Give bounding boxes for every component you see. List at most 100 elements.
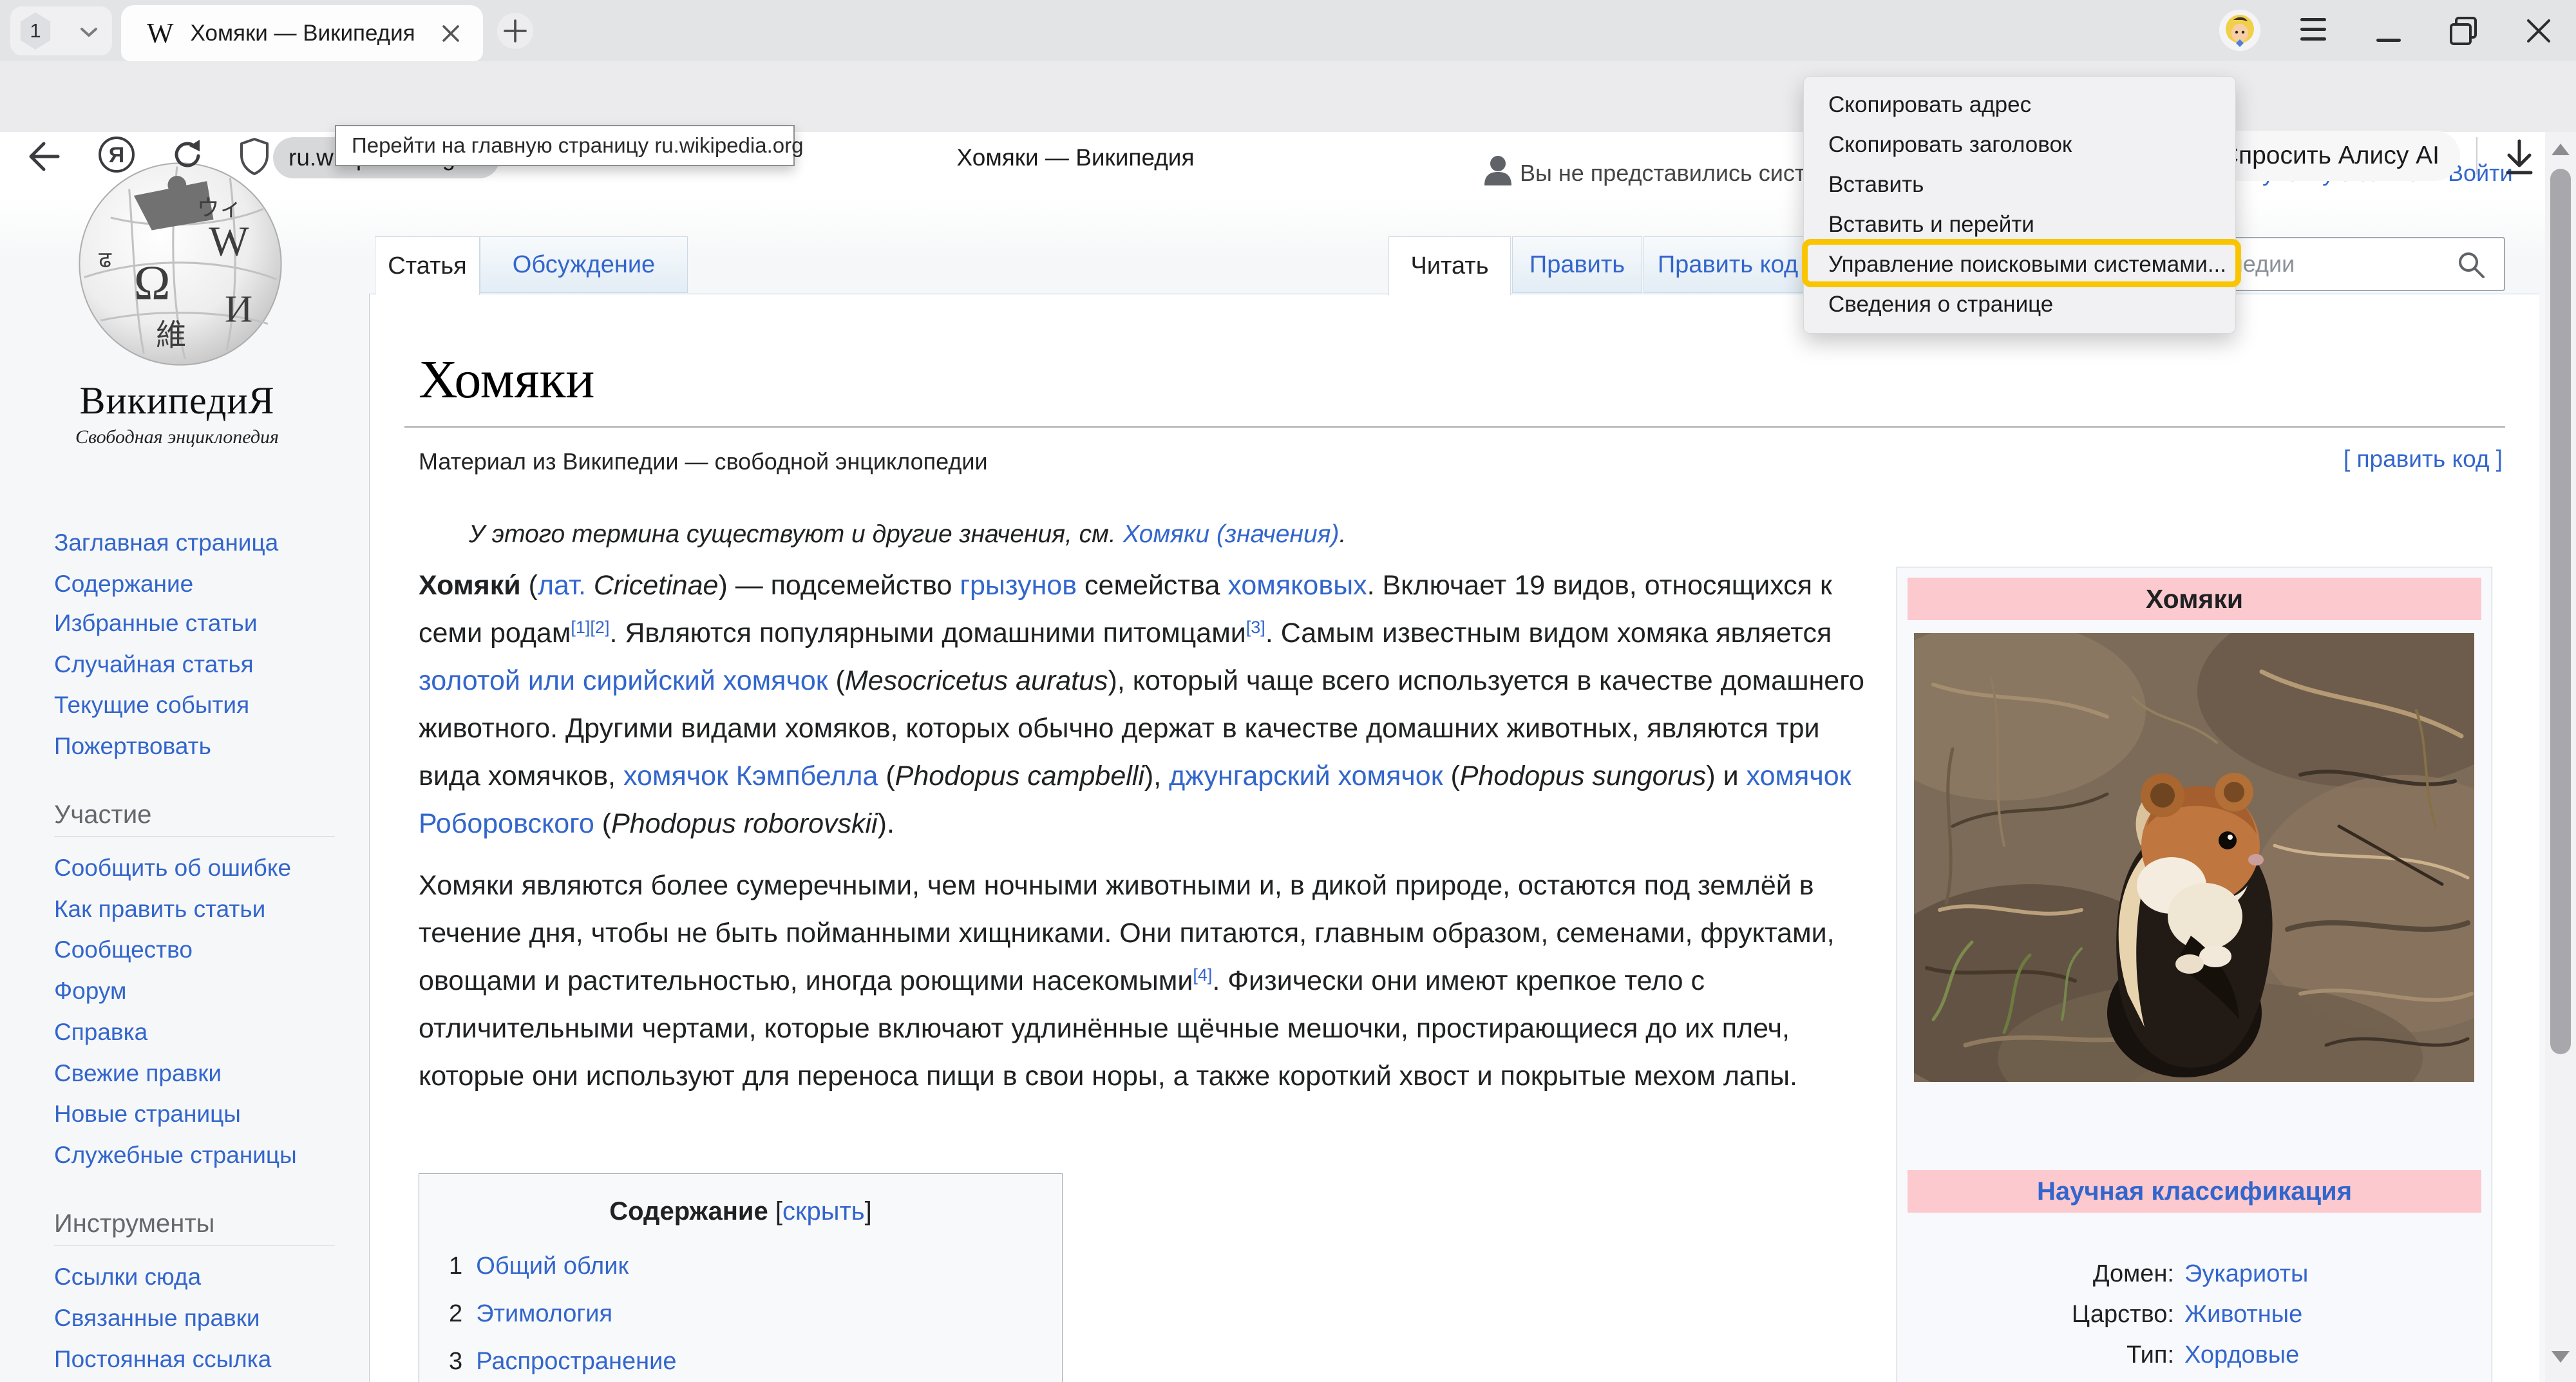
shield-icon[interactable]	[238, 137, 270, 176]
hatnote: У этого термина существуют и другие знач…	[469, 520, 1346, 549]
avatar[interactable]	[2219, 10, 2260, 51]
menu-item-copy-title[interactable]: Скопировать заголовок	[1804, 125, 2235, 165]
sidebar-item-related-changes[interactable]: Связанные правки	[54, 1303, 260, 1333]
toc-link[interactable]: Этимология	[476, 1300, 612, 1327]
page-title: Хомяки	[419, 348, 594, 412]
sidebar-divider	[54, 836, 335, 837]
toolbar-divider	[2476, 137, 2477, 175]
menu-item-copy-address[interactable]: Скопировать адрес	[1804, 85, 2235, 125]
tab-edit-source[interactable]: Править код	[1643, 236, 1812, 293]
sidebar-item-how-to-edit[interactable]: Как править статьи	[54, 895, 265, 924]
hamster-photo[interactable]	[1914, 633, 2474, 1082]
sidebar-item-random[interactable]: Случайная статья	[54, 650, 254, 679]
sidebar-item-new-pages[interactable]: Новые страницы	[54, 1099, 241, 1129]
tab-talk[interactable]: Обсуждение	[480, 236, 688, 293]
tab-read[interactable]: Читать	[1388, 236, 1511, 295]
chevron-down-icon[interactable]	[80, 27, 98, 37]
toc-item-3[interactable]: 3 Распространение	[449, 1348, 676, 1376]
scrollbar-thumb[interactable]	[2550, 169, 2571, 1054]
tab-title: Хомяки — Википедия	[191, 21, 440, 46]
menu-item-manage-search-engines[interactable]: Управление поисковыми системами...	[1804, 245, 2235, 285]
menu-item-page-info[interactable]: Сведения о странице	[1804, 285, 2235, 325]
taxobox-title: Хомяки	[1908, 578, 2481, 620]
plus-icon	[503, 19, 527, 43]
new-tab-button[interactable]	[497, 13, 533, 49]
sci-classification-link[interactable]: Научная классификация	[2037, 1177, 2352, 1206]
paragraph-2: Хомяки являются более сумеречными, чем н…	[419, 862, 1864, 1100]
taxobox: Хомяки	[1897, 567, 2492, 1382]
search-icon[interactable]	[2456, 250, 2487, 281]
sidebar-item-report-error[interactable]: Сообщить об ошибке	[54, 853, 291, 883]
taxo-label: Тип:	[1897, 1335, 2174, 1376]
toc-title: Содержание	[609, 1197, 768, 1226]
svg-text:W: W	[209, 218, 249, 265]
tab-strip: 1 W Хомяки — Википедия	[0, 0, 2576, 61]
sidebar-item-forum[interactable]: Форум	[54, 976, 126, 1006]
title-rule	[404, 426, 2505, 428]
menu-item-paste-and-go[interactable]: Вставить и перейти	[1804, 205, 2235, 245]
svg-text:И: И	[225, 288, 252, 330]
downloads-icon[interactable]	[2501, 137, 2537, 177]
sidebar-item-contents[interactable]: Содержание	[54, 569, 193, 599]
close-window-icon[interactable]	[2524, 17, 2553, 45]
sidebar-item-recent-changes[interactable]: Свежие правки	[54, 1059, 222, 1088]
sidebar-section-participation: Участие	[54, 799, 151, 831]
sidebar-item-featured[interactable]: Избранные статьи	[54, 609, 258, 638]
toc-item-2[interactable]: 2 Этимология	[449, 1300, 612, 1328]
toc-bracket-open: [	[775, 1197, 782, 1226]
taxo-label: Домен:	[1897, 1254, 2174, 1294]
tab-close-icon[interactable]	[440, 23, 461, 44]
toc-number: 2	[449, 1300, 462, 1327]
toc-title-row: Содержание [скрыть]	[419, 1197, 1062, 1226]
sidebar-item-help[interactable]: Справка	[54, 1018, 147, 1047]
sidebar-item-community[interactable]: Сообщество	[54, 935, 193, 965]
taxo-value-link[interactable]: Животные	[2184, 1294, 2302, 1335]
scroll-down-arrow-icon[interactable]	[2552, 1351, 2570, 1363]
scroll-up-arrow-icon[interactable]	[2552, 144, 2570, 155]
svg-text:維: 維	[156, 319, 186, 353]
menu-item-paste[interactable]: Вставить	[1804, 165, 2235, 205]
minimize-icon[interactable]	[2376, 39, 2401, 42]
taxo-row-phylum: Тип: Хордовые	[1897, 1335, 2492, 1376]
toc-bracket-close: ]	[865, 1197, 872, 1226]
toc-link[interactable]: Общий облик	[476, 1253, 629, 1280]
wikipedia-tagline: Свободная энциклопедия	[26, 426, 328, 448]
taxo-value-link[interactable]: Эукариоты	[2184, 1254, 2308, 1294]
sidebar-item-what-links-here[interactable]: Ссылки сюда	[54, 1262, 201, 1292]
sidebar-item-permanent-link[interactable]: Постоянная ссылка	[54, 1345, 271, 1374]
wikipedia-favicon: W	[147, 17, 174, 50]
address-tooltip: Перейти на главную страницу ru.wikipedia…	[335, 125, 795, 166]
toc-hide-link[interactable]: скрыть	[782, 1197, 865, 1226]
tab-edit[interactable]: Править	[1512, 236, 1642, 293]
taxo-row-kingdom: Царство: Животные	[1897, 1294, 2492, 1335]
tab-group-button[interactable]: 1	[10, 6, 112, 55]
article-body: Хомяки́ (лат. Cricetinae) — подсемейство…	[419, 562, 1864, 1100]
table-of-contents: Содержание [скрыть] 1 Общий облик 2 Этим…	[419, 1173, 1063, 1382]
browser-window: Вы не представились системе учётную запи…	[0, 0, 2576, 1382]
toc-link[interactable]: Распространение	[476, 1348, 676, 1375]
sidebar-item-current-events[interactable]: Текущие события	[54, 690, 249, 720]
toc-number: 1	[449, 1253, 462, 1280]
sidebar-item-main-page[interactable]: Заглавная страница	[54, 528, 278, 558]
sidebar-item-donate[interactable]: Пожертвовать	[54, 732, 211, 761]
tab-article[interactable]: Статья	[375, 236, 480, 295]
wikipedia-globe-logo[interactable]: Ω W И 維 ウィ ढ	[71, 155, 290, 374]
tab-counter-badge[interactable]: 1	[18, 12, 53, 50]
yandex-button-icon[interactable]: Я	[97, 135, 137, 175]
svg-text:ウィ: ウィ	[197, 196, 242, 221]
toc-item-1[interactable]: 1 Общий облик	[449, 1253, 629, 1280]
svg-text:ढ: ढ	[99, 247, 112, 272]
sidebar-section-tools: Инструменты	[54, 1207, 214, 1240]
edit-code-link[interactable]: [ править код ]	[2190, 446, 2503, 473]
back-icon[interactable]	[26, 140, 62, 173]
browser-tab-active[interactable]: W Хомяки — Википедия	[121, 5, 483, 61]
scrollbar[interactable]	[2545, 132, 2576, 1382]
taxo-label: Царство:	[1897, 1294, 2174, 1335]
restore-window-icon[interactable]	[2447, 14, 2481, 48]
sidebar-item-special-pages[interactable]: Служебные страницы	[54, 1141, 297, 1170]
article-subtitle: Материал из Википедии — свободной энцикл…	[419, 448, 988, 475]
sci-classification-header: Научная классификация	[1908, 1170, 2481, 1213]
taxo-value-link[interactable]: Хордовые	[2184, 1335, 2299, 1376]
browser-menu-icon[interactable]	[2300, 18, 2326, 41]
reload-icon[interactable]	[169, 136, 206, 173]
